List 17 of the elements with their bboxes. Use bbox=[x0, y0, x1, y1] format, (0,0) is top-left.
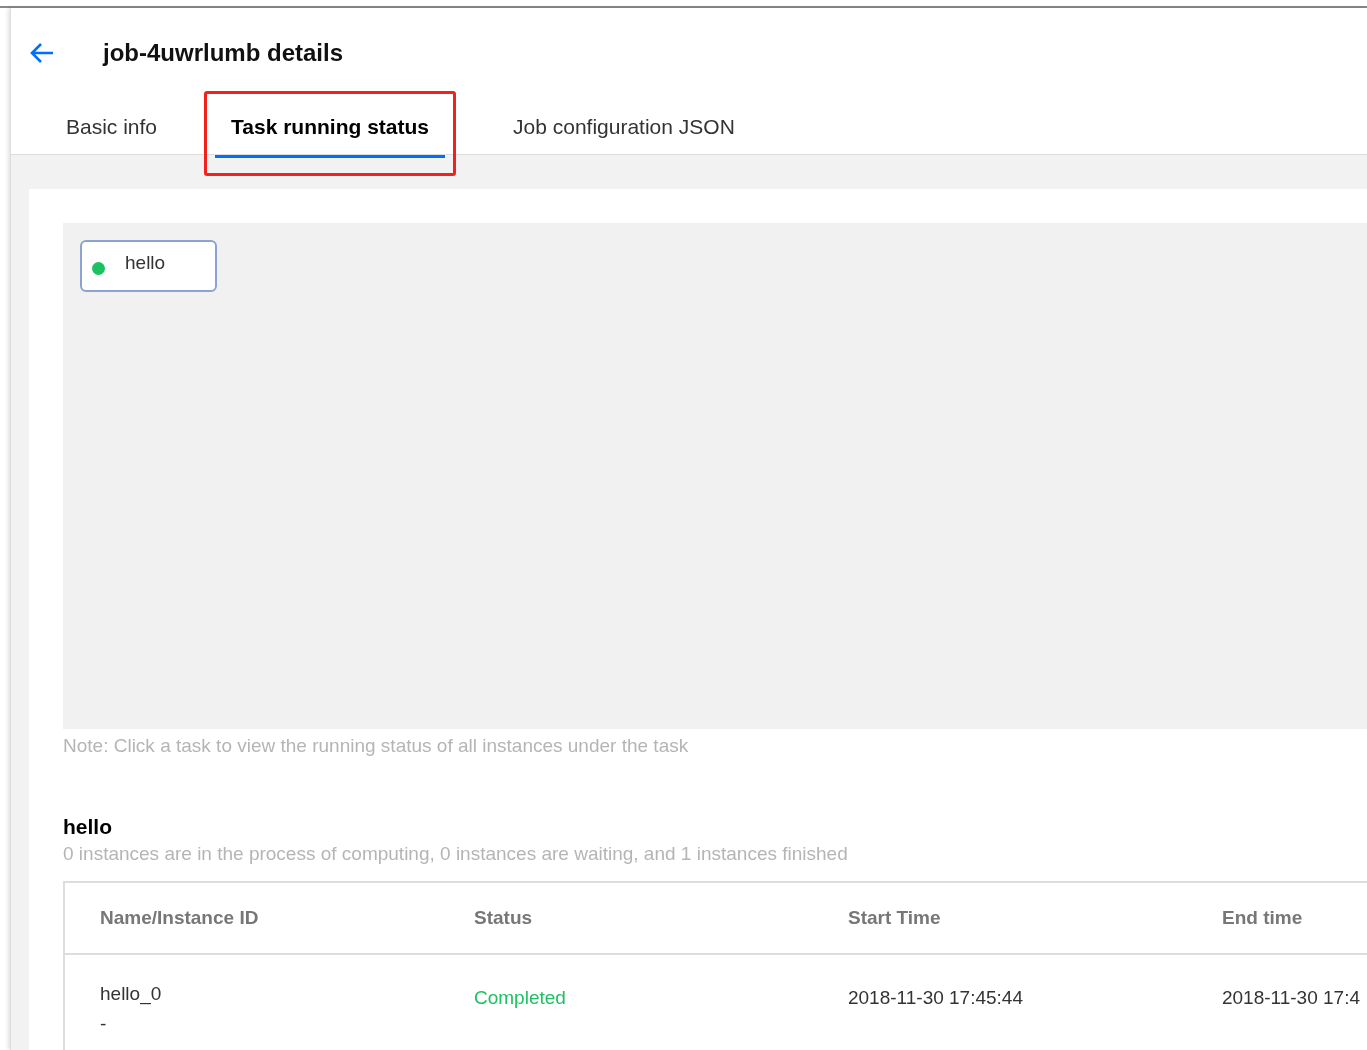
column-header: End time bbox=[1186, 882, 1367, 954]
page-title: job-4uwrlumb details bbox=[103, 39, 344, 67]
table-cell: 2018-11-30 17:4 bbox=[1186, 954, 1367, 1050]
task-summary: 0 instances are in the process of computing, 0 instances are waiting, and 1 instances finished bbox=[63, 843, 849, 865]
tab[interactable]: Task running status bbox=[215, 98, 446, 158]
column-header: Name/Instance ID bbox=[64, 882, 439, 954]
table-cell: 2018-11-30 17:45:44 bbox=[813, 954, 1187, 1050]
table-cell: Completed bbox=[439, 954, 813, 1050]
column-header: Start Time bbox=[813, 882, 1187, 954]
task-name: hello bbox=[63, 815, 113, 839]
tab[interactable]: Basic info bbox=[50, 98, 174, 158]
table-cell: hello_0 - bbox=[64, 954, 439, 1050]
tab[interactable]: Job configuration JSON bbox=[497, 98, 751, 158]
note-text: Note: Click a task to view the running status of all instances under the task bbox=[63, 735, 690, 757]
column-header: Status bbox=[439, 882, 813, 954]
task-node[interactable]: hello bbox=[80, 240, 217, 292]
back-arrow-icon[interactable] bbox=[29, 42, 55, 64]
